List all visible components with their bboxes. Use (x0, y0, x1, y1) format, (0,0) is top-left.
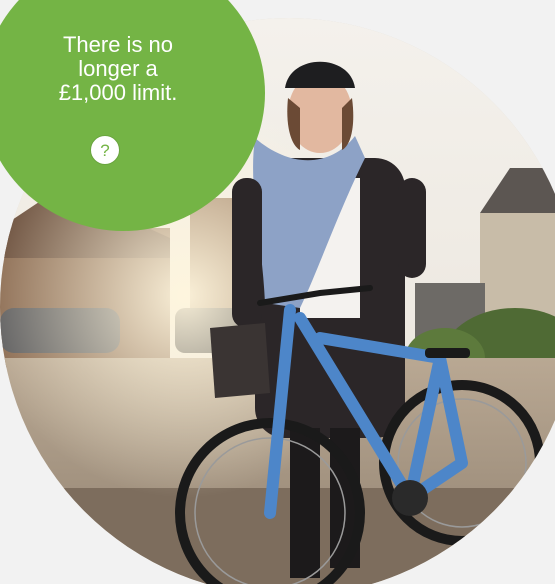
callout-line-2: longer a (78, 56, 158, 81)
help-question-button[interactable]: ? (90, 135, 120, 165)
promo-graphic: There is no longer a £1,000 limit. ? (0, 0, 555, 584)
callout-line-1: There is no (62, 32, 174, 57)
callout-line-3: £1,000 limit. (58, 80, 178, 105)
callout-message: There is no longer a £1,000 limit. (22, 33, 214, 105)
